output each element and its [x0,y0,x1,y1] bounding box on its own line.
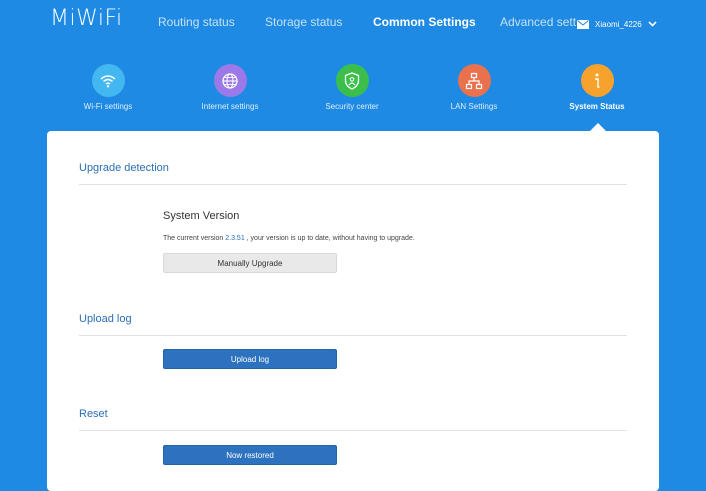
user-name[interactable]: Xiaomi_4226 [595,20,642,29]
tile-security-center[interactable]: Security center [302,64,402,120]
tile-system-status[interactable]: System Status [547,64,647,120]
shield-icon [335,64,369,97]
system-status-panel: Upgrade detection System Version The cur… [47,131,659,491]
tile-lan-settings[interactable]: LAN Settings [424,64,524,120]
tile-wifi-settings[interactable]: Wi-Fi settings [58,64,158,120]
version-text-after: , your version is up to date, without ha… [244,235,415,242]
section-divider [79,430,627,431]
tile-label: System Status [569,102,625,111]
nav-routing-status[interactable]: Routing status [158,15,235,29]
manually-upgrade-button[interactable]: Manually Upgrade [163,253,337,273]
network-icon [457,64,491,97]
upgrade-detection-title: Upgrade detection [79,162,169,174]
nav-advanced-settings[interactable]: Advanced settings [500,15,576,29]
info-icon [580,64,614,97]
chevron-down-icon[interactable] [648,21,657,27]
mail-icon[interactable] [577,19,589,29]
module-tiles: Wi-Fi settings Internet settings Securit… [0,64,706,124]
section-divider [79,184,627,185]
system-version-heading: System Version [163,210,240,222]
active-tile-pointer [590,123,606,131]
nav-common-settings[interactable]: Common Settings [373,15,476,29]
nav-storage-status[interactable]: Storage status [265,15,342,29]
now-restored-button[interactable]: Now restored [163,445,337,465]
version-text-before: The current version [163,235,226,242]
tile-label: LAN Settings [450,102,498,111]
section-divider [79,335,627,336]
tile-internet-settings[interactable]: Internet settings [180,64,280,120]
upload-log-title: Upload log [79,313,132,325]
user-menu[interactable]: Xiaomi_4226 [577,16,657,32]
tile-label: Security center [325,102,379,111]
current-version: 2.3.51 [225,235,245,242]
globe-icon [213,64,247,97]
tile-label: Wi-Fi settings [83,102,133,111]
reset-title: Reset [79,408,108,420]
version-status-text: The current version 2.3.51 , your versio… [163,235,415,242]
upload-log-button[interactable]: Upload log [163,349,337,369]
wifi-icon [91,64,125,97]
tile-label: Internet settings [201,102,259,111]
